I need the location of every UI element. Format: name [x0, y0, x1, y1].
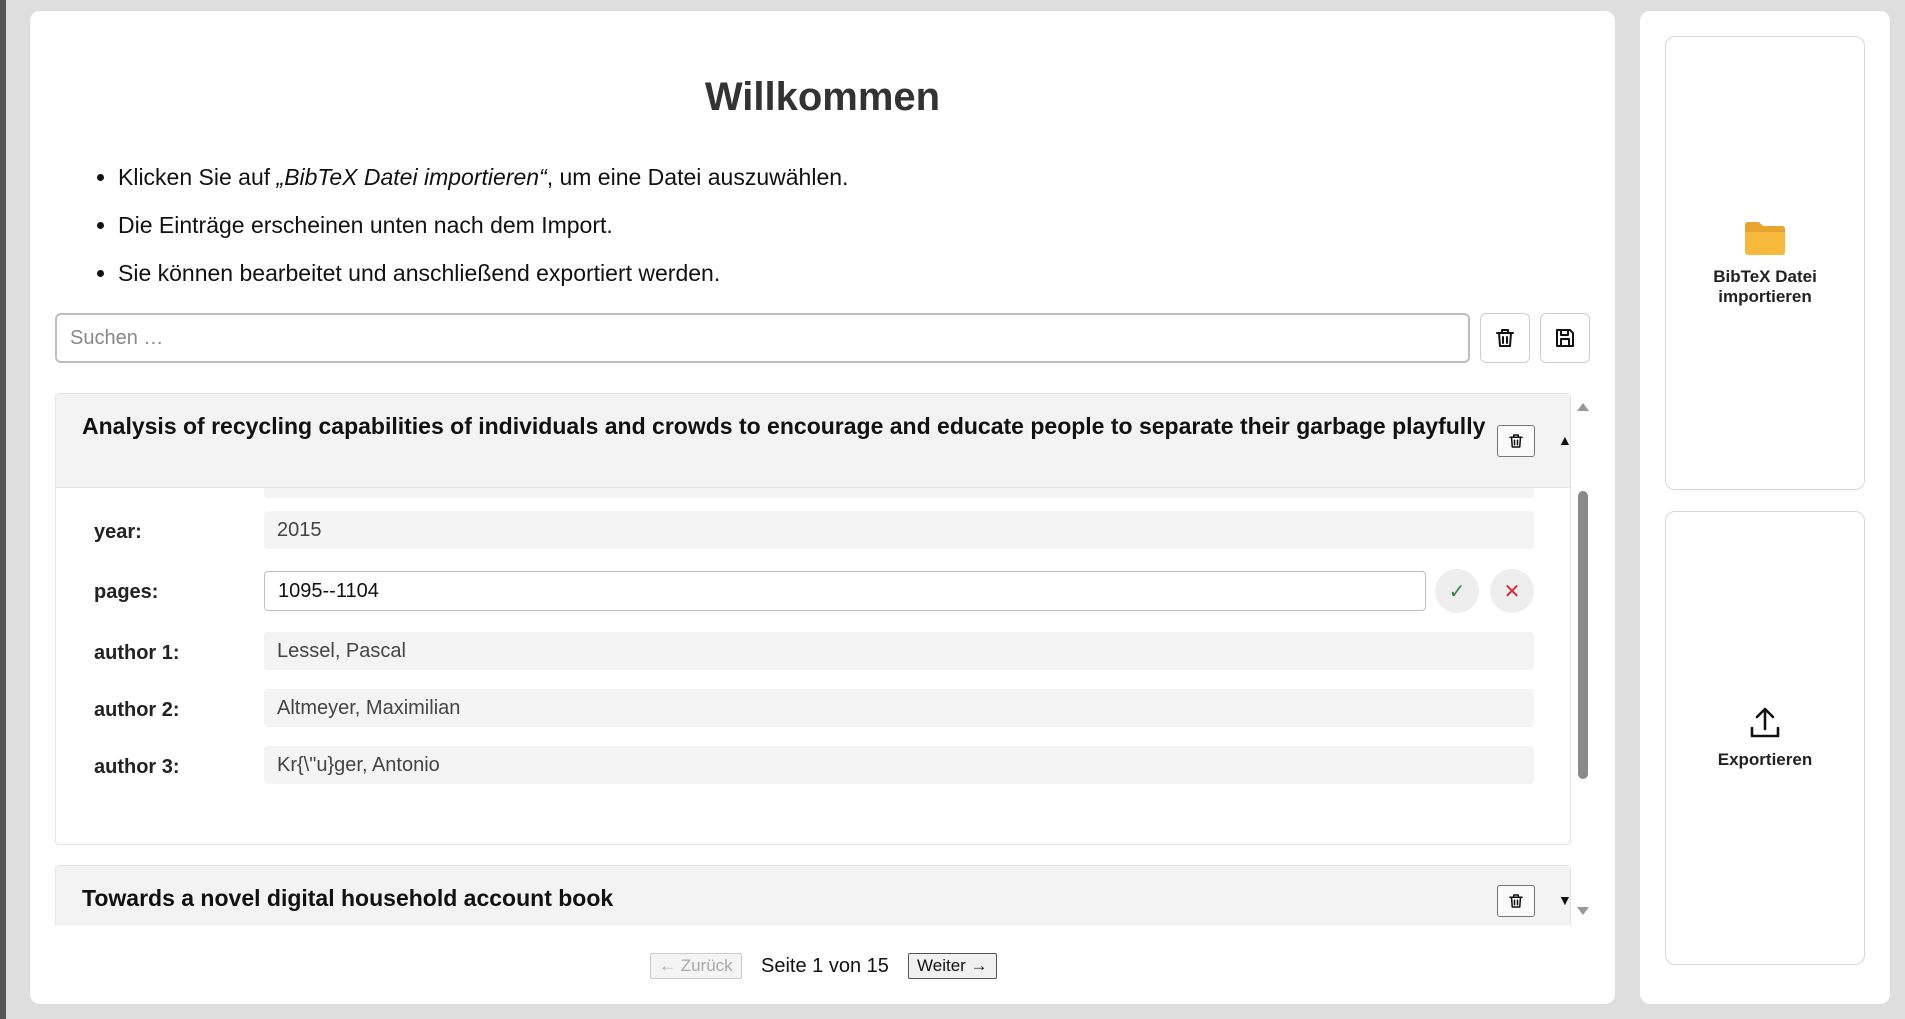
cancel-edit-button[interactable]: ✕ — [1490, 569, 1534, 613]
intro-list: Klicken Sie auf „BibTeX Datei importiere… — [88, 153, 848, 297]
field-value-author-2[interactable]: Altmeyer, Maximilian — [264, 689, 1534, 727]
delete-entry-button[interactable] — [1497, 885, 1535, 917]
entries-scrollbar[interactable] — [1576, 383, 1590, 925]
delete-entry-button[interactable] — [1497, 425, 1535, 457]
page-title: Willkommen — [704, 75, 941, 119]
import-label: BibTeX Datei importieren — [1713, 267, 1817, 307]
field-value-author-1[interactable]: Lessel, Pascal — [264, 632, 1534, 670]
field-label-author-3: author 3: — [94, 756, 180, 778]
save-button[interactable] — [1540, 313, 1590, 363]
entry-title: Analysis of recycling capabilities of in… — [82, 413, 1486, 439]
expand-toggle[interactable]: ▼ — [1558, 892, 1572, 908]
hidden-field-row — [264, 488, 1534, 498]
clear-all-button[interactable] — [1480, 313, 1530, 363]
intro-item-3: Sie können bearbeitet und anschließend e… — [118, 249, 848, 297]
import-label-line1: BibTeX Datei — [1713, 267, 1817, 286]
entry-header[interactable]: Towards a novel digital household accoun… — [56, 866, 1572, 925]
pagination: ← Zurück Seite 1 von 15 Weiter → — [30, 953, 1615, 983]
entry-card: Towards a novel digital household accoun… — [55, 865, 1572, 925]
import-bibtex-button[interactable]: BibTeX Datei importieren — [1665, 36, 1865, 490]
entry-title: Towards a novel digital household accoun… — [82, 885, 614, 911]
search-row — [55, 313, 1590, 363]
field-value-author-3[interactable]: Kr{\"u}ger, Antonio — [264, 746, 1534, 784]
intro-item-1: Klicken Sie auf „BibTeX Datei importiere… — [118, 153, 848, 201]
field-value-year[interactable]: 2015 — [264, 511, 1534, 549]
export-label: Exportieren — [1717, 750, 1813, 769]
folder-icon — [1745, 222, 1785, 255]
intro-item-2: Die Einträge erscheinen unten nach dem I… — [118, 201, 848, 249]
intro-text: , um eine Datei auszuwählen. — [546, 164, 849, 190]
upload-icon — [1750, 707, 1780, 738]
trash-icon — [1509, 894, 1523, 908]
trash-icon — [1496, 329, 1514, 347]
entries-list: Analysis of recycling capabilities of in… — [55, 383, 1591, 925]
export-button[interactable]: Exportieren — [1665, 511, 1865, 965]
field-label-year: year: — [94, 521, 142, 543]
field-label-pages: pages: — [94, 581, 159, 603]
trash-icon — [1509, 434, 1523, 448]
collapse-toggle[interactable]: ▲ — [1558, 432, 1572, 448]
scroll-thumb[interactable] — [1578, 491, 1588, 779]
sidebar: BibTeX Datei importieren Exportieren — [1640, 11, 1890, 1004]
field-edit-pages[interactable] — [264, 571, 1426, 611]
entry-card: Analysis of recycling capabilities of in… — [55, 393, 1572, 845]
import-label-line2: importieren — [1718, 287, 1812, 306]
page-indicator: Seite 1 von 15 — [761, 955, 889, 977]
field-label-author-2: author 2: — [94, 699, 180, 721]
entry-header[interactable]: Analysis of recycling capabilities of in… — [56, 394, 1572, 488]
intro-text: Klicken Sie auf — [118, 164, 277, 190]
scroll-up-arrow[interactable] — [1577, 403, 1589, 411]
intro-emphasis: „BibTeX Datei importieren“ — [276, 164, 547, 190]
save-icon — [1556, 329, 1574, 347]
search-input[interactable] — [55, 313, 1470, 363]
field-label-author-1: author 1: — [94, 642, 180, 664]
window-edge — [0, 0, 6, 1019]
prev-page-button[interactable]: ← Zurück — [650, 953, 742, 979]
next-page-button[interactable]: Weiter → — [908, 953, 997, 979]
main-panel: Willkommen Klicken Sie auf „BibTeX Datei… — [30, 11, 1615, 1004]
scroll-down-arrow[interactable] — [1577, 907, 1589, 915]
confirm-edit-button[interactable]: ✓ — [1435, 569, 1479, 613]
